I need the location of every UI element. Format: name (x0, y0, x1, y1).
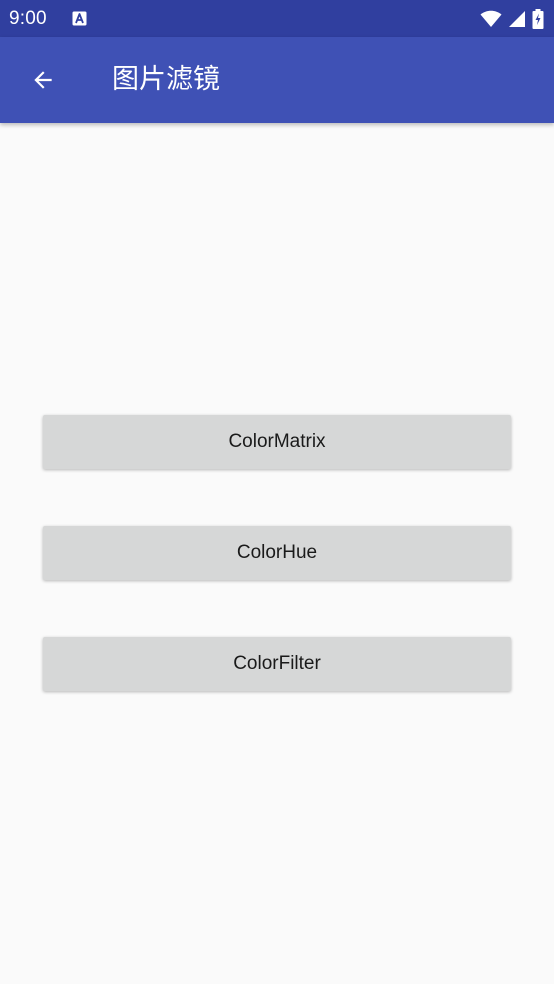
status-icons (480, 8, 544, 30)
wifi-icon (480, 10, 502, 27)
screen: 9:00 图片滤镜 ColorMatrix ColorHue ColorFilt… (0, 0, 554, 984)
status-time: 9:00 (9, 8, 47, 29)
color-matrix-button[interactable]: ColorMatrix (43, 415, 511, 469)
battery-charging-icon (532, 9, 544, 29)
arrow-back-icon (34, 71, 52, 89)
color-filter-button[interactable]: ColorFilter (43, 637, 511, 691)
page-title: 图片滤镜 (112, 64, 220, 95)
status-bar: 9:00 (0, 0, 554, 37)
color-hue-button[interactable]: ColorHue (43, 526, 511, 580)
accessibility-notification-icon (72, 11, 87, 26)
back-button[interactable] (22, 59, 64, 101)
app-bar: 图片滤镜 (0, 37, 554, 123)
signal-icon (509, 11, 525, 27)
content-area: ColorMatrix ColorHue ColorFilter (0, 123, 554, 984)
